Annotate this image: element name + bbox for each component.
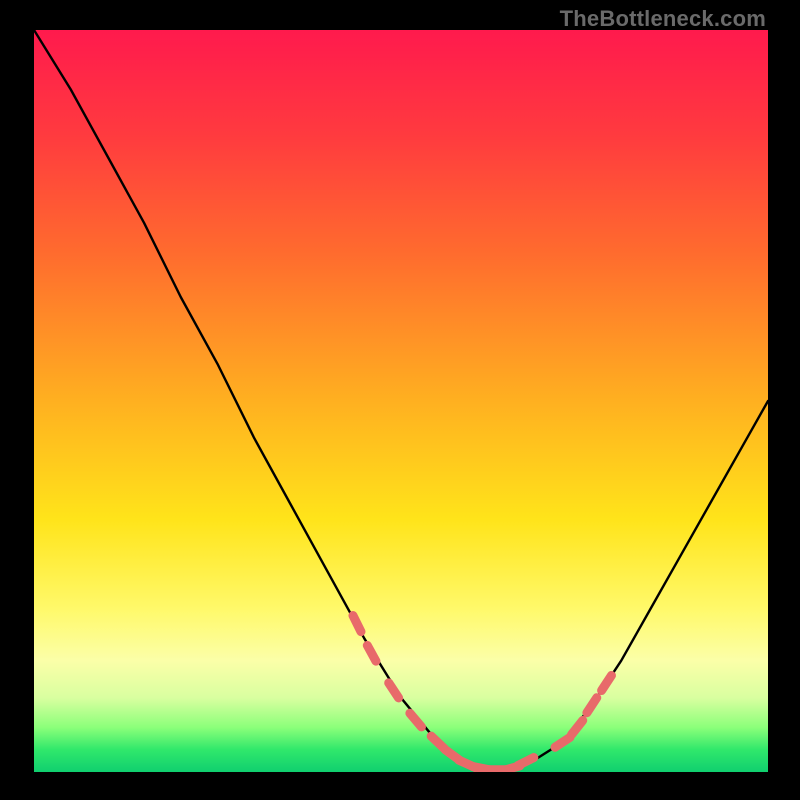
curve-marker [367, 645, 376, 661]
bottleneck-curve [34, 30, 768, 770]
curve-marker [389, 683, 399, 698]
plot-area [34, 30, 768, 772]
curve-marker [602, 675, 612, 690]
curve-marker [572, 720, 583, 734]
curve-marker [555, 737, 570, 747]
chart-stage: TheBottleneck.com [0, 0, 800, 800]
chart-svg [34, 30, 768, 772]
curve-marker [587, 698, 597, 713]
curve-marker [518, 758, 534, 766]
curve-marker [410, 713, 422, 727]
watermark-text: TheBottleneck.com [560, 6, 766, 32]
curve-marker [353, 616, 361, 632]
